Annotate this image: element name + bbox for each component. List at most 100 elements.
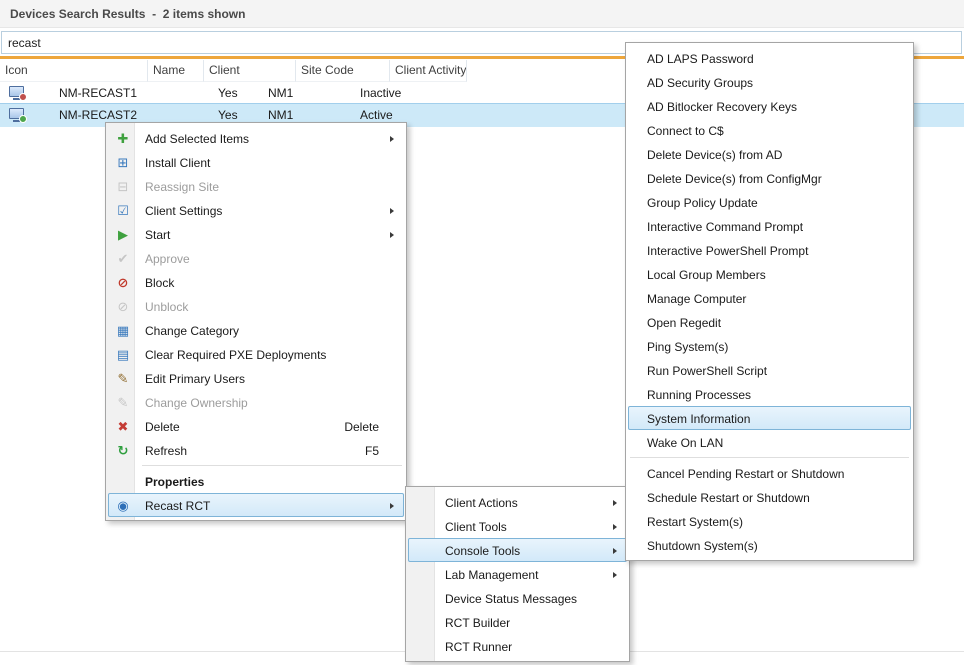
- console-tools-item-run-powershell-script[interactable]: Run PowerShell Script: [628, 358, 911, 382]
- menu-item-block[interactable]: Block: [108, 270, 404, 294]
- column-header-label: Name: [153, 63, 185, 77]
- menu-item-label: Lab Management: [445, 568, 538, 582]
- menu-item-label: Refresh: [145, 444, 187, 458]
- submenu-item-client-tools[interactable]: Client Tools: [408, 514, 627, 538]
- console-tools-item-running-processes[interactable]: Running Processes: [628, 382, 911, 406]
- submenu-arrow-icon: [613, 524, 617, 530]
- menu-item-icon: [110, 415, 136, 438]
- menu-item-change-category[interactable]: Change Category: [108, 318, 404, 342]
- menu-item-icon: [110, 175, 136, 198]
- menu-item-label: Reassign Site: [145, 180, 219, 194]
- menu-item-properties[interactable]: Properties: [108, 469, 404, 493]
- submenu-item-lab-management[interactable]: Lab Management: [408, 562, 627, 586]
- console-tools-item-shutdown-system-s[interactable]: Shutdown System(s): [628, 533, 911, 557]
- menu-item-icon: [110, 439, 136, 462]
- console-tools-item-ad-security-groups[interactable]: AD Security Groups: [628, 70, 911, 94]
- menu-item-label: Client Settings: [145, 204, 222, 218]
- console-tools-item-restart-system-s[interactable]: Restart System(s): [628, 509, 911, 533]
- submenu-item-rct-builder[interactable]: RCT Builder: [408, 610, 627, 634]
- console-tools-item-manage-computer[interactable]: Manage Computer: [628, 286, 911, 310]
- column-header-client-activity[interactable]: Client Activity: [390, 60, 467, 82]
- device-client: Yes: [202, 82, 258, 104]
- console-tools-item-group-policy-update[interactable]: Group Policy Update: [628, 190, 911, 214]
- menu-item-icon: [110, 295, 136, 318]
- menu-item-shortcut: Delete: [344, 415, 379, 439]
- menu-item-shortcut: F5: [365, 439, 379, 463]
- menu-item-recast-rct[interactable]: Recast RCT: [108, 493, 404, 517]
- menu-item-label: Delete Device(s) from AD: [647, 148, 782, 162]
- submenu-item-console-tools[interactable]: Console Tools: [408, 538, 627, 562]
- menu-item-label: RCT Runner: [445, 640, 512, 654]
- menu-item-client-settings[interactable]: Client Settings: [108, 198, 404, 222]
- console-tools-item-local-group-members[interactable]: Local Group Members: [628, 262, 911, 286]
- menu-item-label: Approve: [145, 252, 190, 266]
- console-tools-item-wake-on-lan[interactable]: Wake On LAN: [628, 430, 911, 454]
- menu-separator: [630, 457, 909, 458]
- column-header-client[interactable]: Client: [204, 60, 296, 82]
- console-tools-item-interactive-command-prompt[interactable]: Interactive Command Prompt: [628, 214, 911, 238]
- menu-item-refresh[interactable]: Refresh F5: [108, 438, 404, 462]
- device-name: NM-RECAST1: [54, 82, 202, 104]
- menu-item-icon: [110, 494, 136, 517]
- menu-item-delete[interactable]: Delete Delete: [108, 414, 404, 438]
- submenu-arrow-icon: [613, 500, 617, 506]
- menu-item-add-selected-items[interactable]: Add Selected Items: [108, 126, 404, 150]
- menu-item-label: Running Processes: [647, 388, 751, 402]
- console-tools-item-delete-device-s-from-ad[interactable]: Delete Device(s) from AD: [628, 142, 911, 166]
- menu-item-approve: Approve: [108, 246, 404, 270]
- console-tools-item-cancel-pending-restart-or-shutdown[interactable]: Cancel Pending Restart or Shutdown: [628, 461, 911, 485]
- console-tools-item-ad-bitlocker-recovery-keys[interactable]: AD Bitlocker Recovery Keys: [628, 94, 911, 118]
- menu-item-start[interactable]: Start: [108, 222, 404, 246]
- submenu-arrow-icon: [390, 503, 394, 509]
- menu-item-label: RCT Builder: [445, 616, 510, 630]
- submenu-arrow-icon: [613, 548, 617, 554]
- menu-item-label: Interactive Command Prompt: [647, 220, 803, 234]
- device-site-code: NM1: [258, 82, 350, 104]
- submenu-item-device-status-messages[interactable]: Device Status Messages: [408, 586, 627, 610]
- menu-item-label: Cancel Pending Restart or Shutdown: [647, 467, 844, 481]
- menu-separator: [142, 465, 402, 466]
- menu-item-label: Recast RCT: [145, 499, 210, 513]
- console-tools-item-connect-to-c[interactable]: Connect to C$: [628, 118, 911, 142]
- menu-item-label: Unblock: [145, 300, 188, 314]
- column-header-icon[interactable]: Icon: [0, 60, 148, 82]
- column-header-label: Client Activity: [395, 63, 466, 77]
- submenu-item-client-actions[interactable]: Client Actions: [408, 490, 627, 514]
- menu-item-label: Delete: [145, 420, 180, 434]
- console-tools-item-ping-system-s[interactable]: Ping System(s): [628, 334, 911, 358]
- column-header-label: Icon: [5, 63, 28, 77]
- column-header-site-code[interactable]: Site Code: [296, 60, 390, 82]
- console-tools-item-interactive-powershell-prompt[interactable]: Interactive PowerShell Prompt: [628, 238, 911, 262]
- console-tools-submenu: AD LAPS Password AD Security Groups AD B…: [625, 42, 914, 561]
- device-client-activity: Inactive: [350, 82, 444, 104]
- menu-item-label: Client Tools: [445, 520, 507, 534]
- menu-item-label: Delete Device(s) from ConfigMgr: [647, 172, 822, 186]
- menu-item-label: Client Actions: [445, 496, 518, 510]
- menu-item-label: Change Ownership: [145, 396, 248, 410]
- menu-item-label: Shutdown System(s): [647, 539, 758, 553]
- console-tools-item-schedule-restart-or-shutdown[interactable]: Schedule Restart or Shutdown: [628, 485, 911, 509]
- results-header: Devices Search Results - 2 items shown: [0, 0, 964, 28]
- context-menu-items: Add Selected Items Install Client Reassi…: [106, 126, 406, 517]
- menu-item-label: Run PowerShell Script: [647, 364, 767, 378]
- menu-item-icon: [110, 127, 136, 150]
- console-tools-item-open-regedit[interactable]: Open Regedit: [628, 310, 911, 334]
- console-tools-item-system-information[interactable]: System Information: [628, 406, 911, 430]
- menu-item-label: Group Policy Update: [647, 196, 758, 210]
- submenu-item-rct-runner[interactable]: RCT Runner: [408, 634, 627, 658]
- menu-item-label: Block: [145, 276, 174, 290]
- console-tools-item-ad-laps-password[interactable]: AD LAPS Password: [628, 46, 911, 70]
- console-tools-item-delete-device-s-from-configmgr[interactable]: Delete Device(s) from ConfigMgr: [628, 166, 911, 190]
- column-header-label: Site Code: [301, 63, 354, 77]
- device-icon: [9, 108, 27, 123]
- recast-rct-submenu: Client Actions Client Tools Console Tool…: [405, 486, 630, 662]
- menu-item-install-client[interactable]: Install Client: [108, 150, 404, 174]
- column-header-name[interactable]: Name: [148, 60, 204, 82]
- menu-item-clear-required-pxe-deployments[interactable]: Clear Required PXE Deployments: [108, 342, 404, 366]
- submenu-arrow-icon: [390, 136, 394, 142]
- menu-item-label: Interactive PowerShell Prompt: [647, 244, 808, 258]
- menu-item-label: Properties: [145, 475, 204, 489]
- menu-item-edit-primary-users[interactable]: Edit Primary Users: [108, 366, 404, 390]
- menu-item-reassign-site: Reassign Site: [108, 174, 404, 198]
- menu-item-icon: [110, 247, 136, 270]
